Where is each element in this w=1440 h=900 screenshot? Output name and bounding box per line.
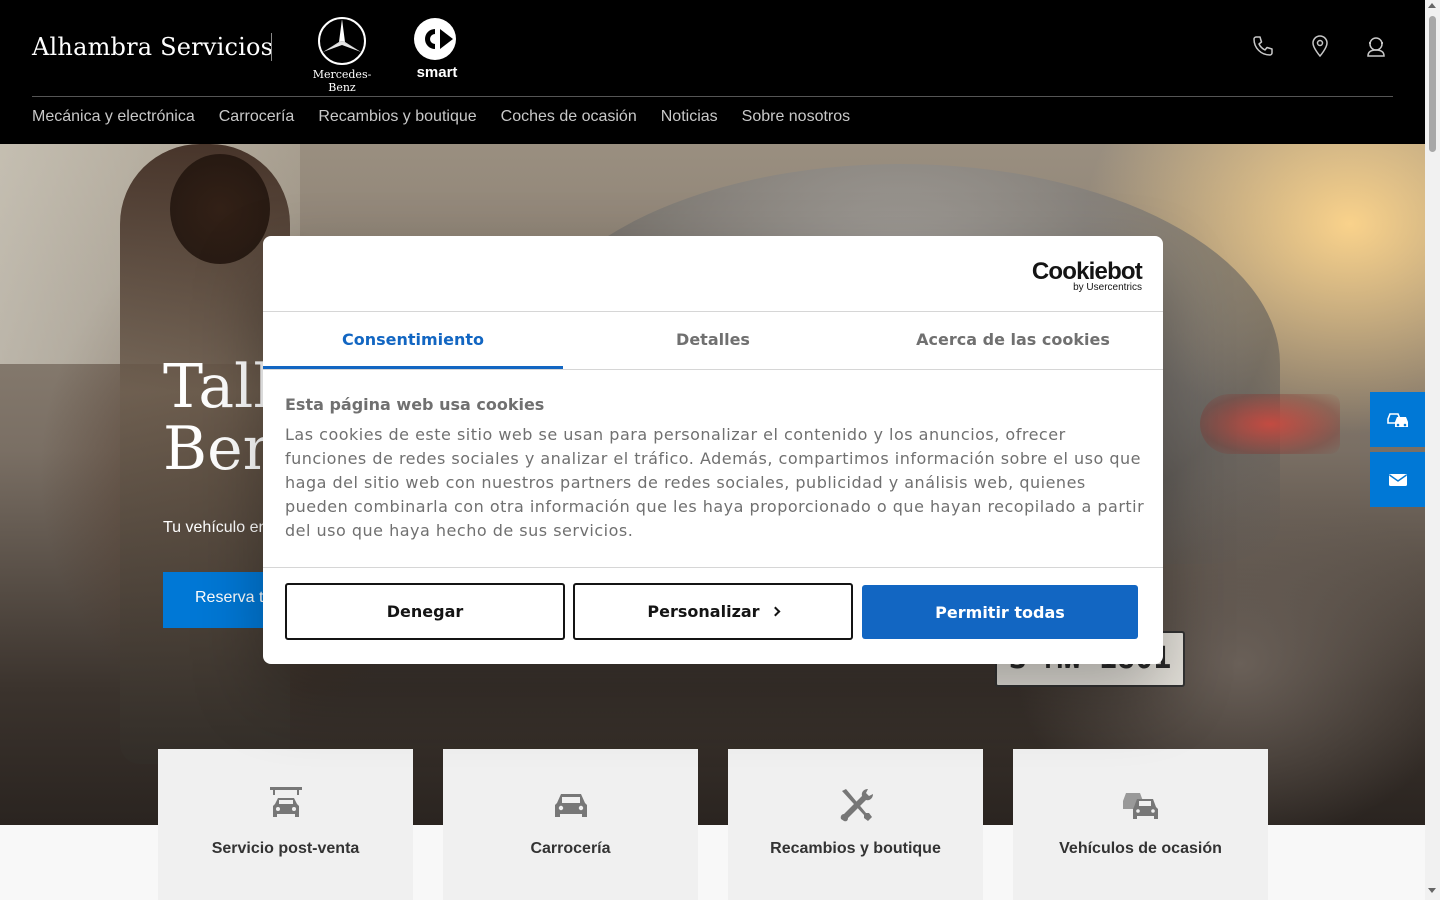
tab-consentimiento[interactable]: Consentimiento xyxy=(263,312,563,369)
cookiebot-logo: Cookiebot by Usercentrics xyxy=(1032,258,1143,293)
deny-cookies-button[interactable]: Denegar xyxy=(285,583,565,640)
scroll-down-arrow-icon[interactable] xyxy=(1428,888,1436,893)
dialog-divider xyxy=(263,369,1163,370)
allow-all-cookies-label: Permitir todas xyxy=(935,602,1065,622)
allow-all-cookies-button[interactable]: Permitir todas xyxy=(862,585,1138,639)
scrollbar-thumb[interactable] xyxy=(1429,16,1436,152)
cookie-dialog-body: Las cookies de este sitio web se usan pa… xyxy=(285,425,1145,540)
tab-acerca-cookies[interactable]: Acerca de las cookies xyxy=(863,312,1163,369)
customize-cookies-label: Personalizar xyxy=(647,602,760,621)
dialog-divider xyxy=(263,567,1163,568)
customize-cookies-button[interactable]: Personalizar xyxy=(573,583,853,640)
page-scrollbar[interactable] xyxy=(1425,0,1440,900)
scroll-up-arrow-icon[interactable] xyxy=(1428,3,1436,8)
cookiebot-logo-subtext: by Usercentrics xyxy=(1073,282,1142,293)
chevron-right-icon xyxy=(770,606,781,617)
cookie-consent-dialog: Cookiebot by Usercentrics Consentimiento… xyxy=(263,236,1163,664)
cookie-tabs: Consentimiento Detalles Acerca de las co… xyxy=(263,312,1163,369)
cookie-dialog-heading: Esta página web usa cookies xyxy=(285,395,545,414)
deny-cookies-label: Denegar xyxy=(386,602,464,621)
tab-detalles[interactable]: Detalles xyxy=(563,312,863,369)
